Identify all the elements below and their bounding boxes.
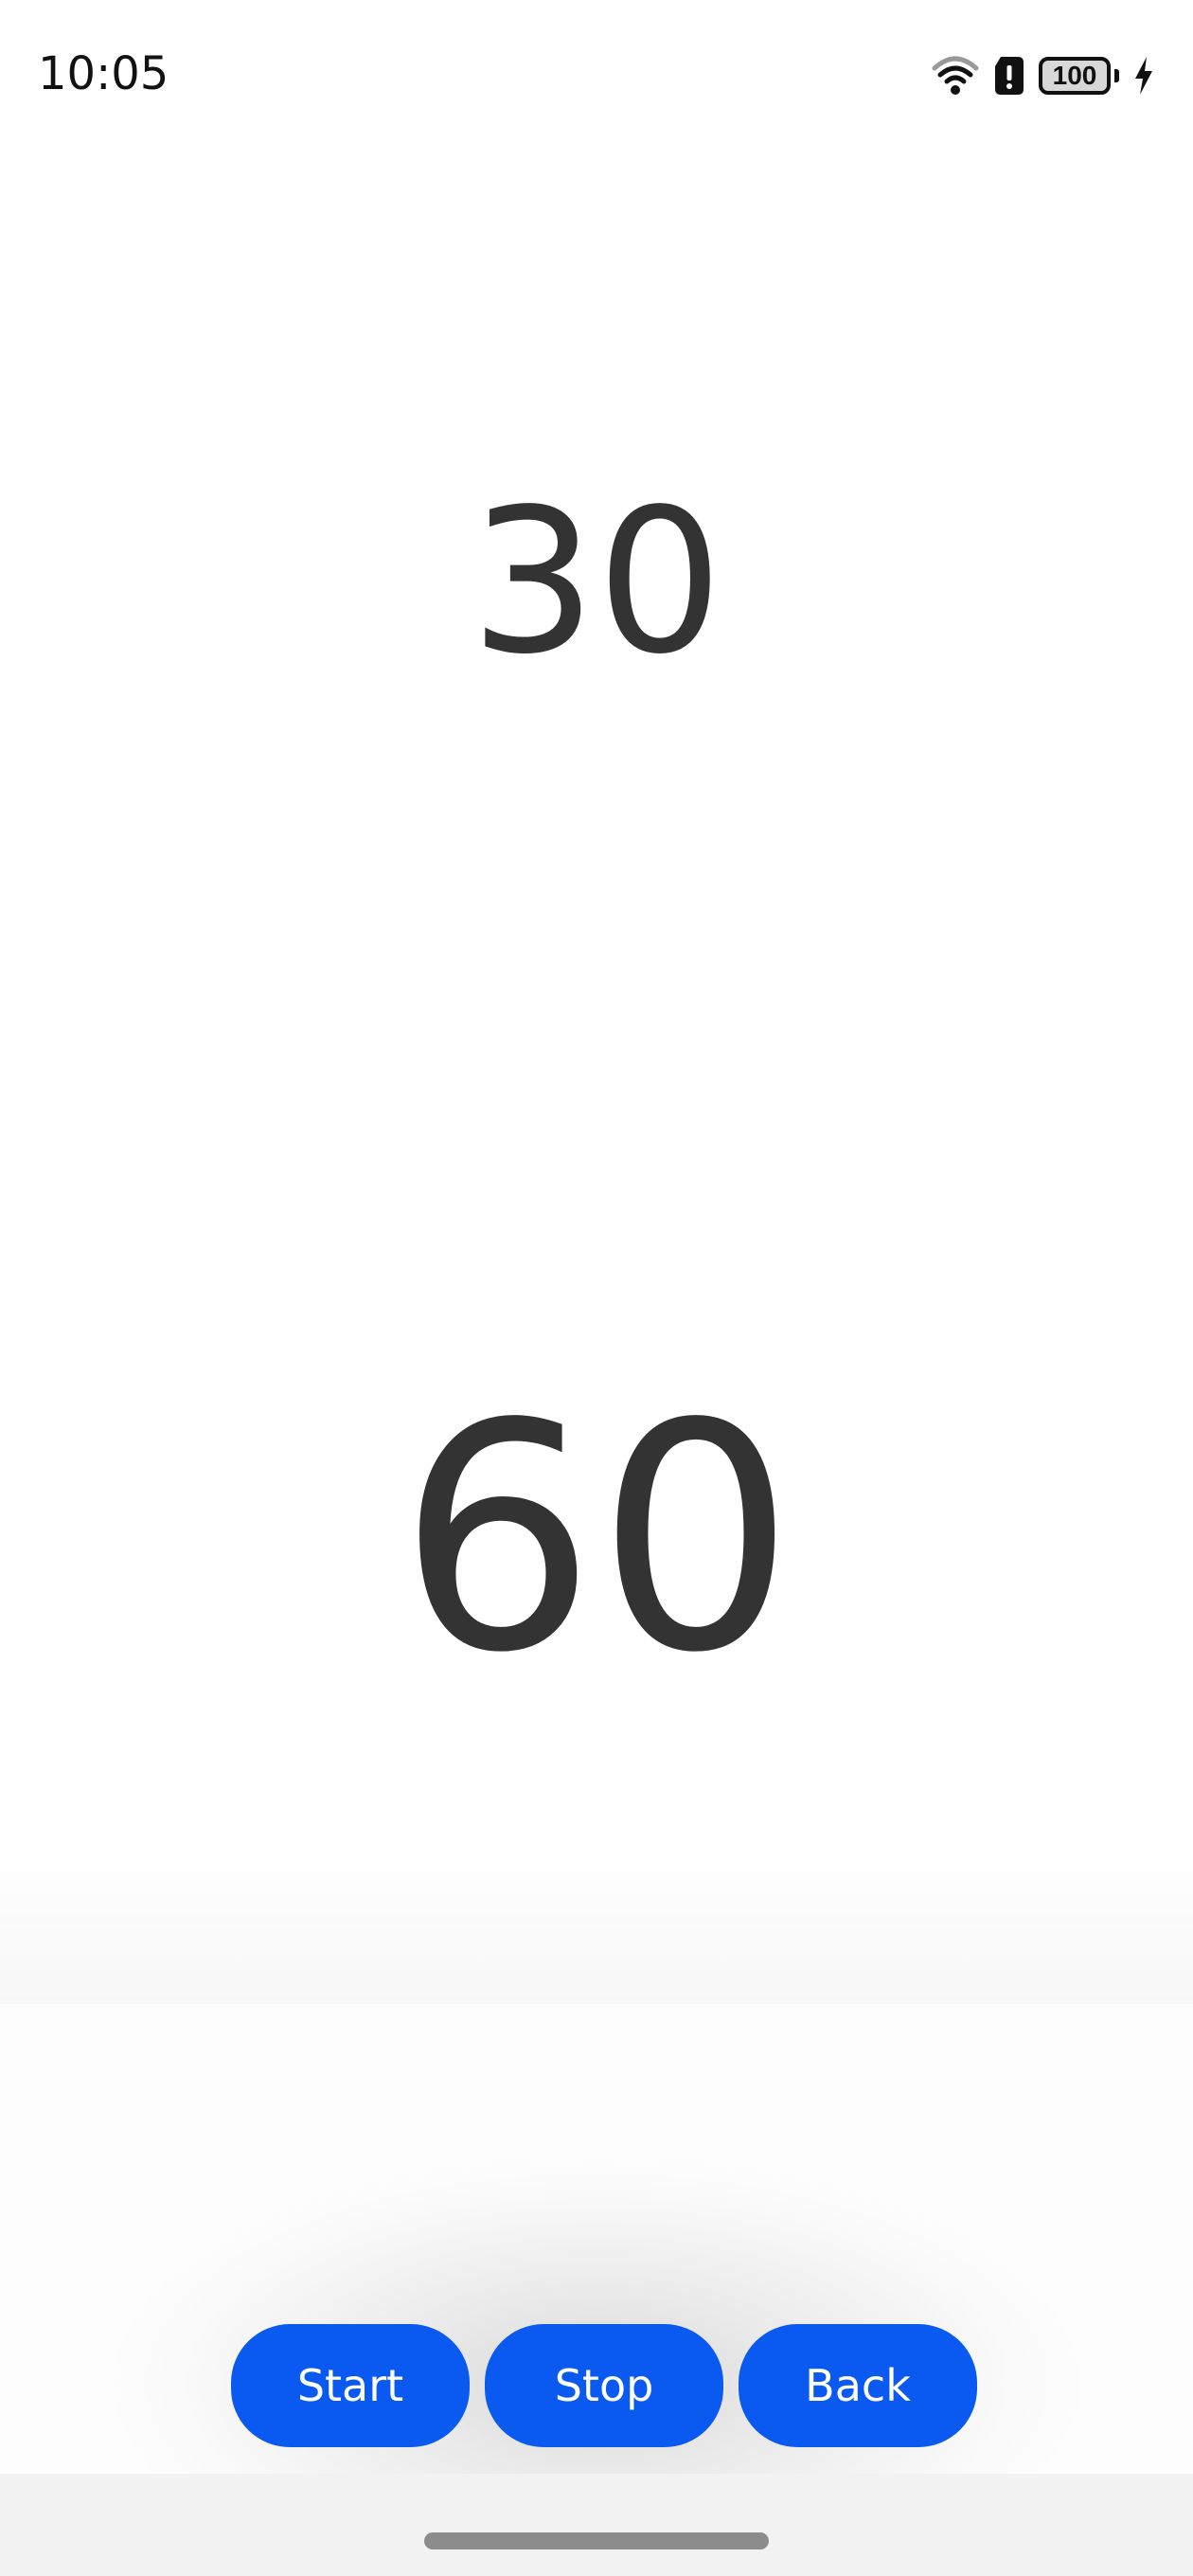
- secondary-count: 30: [470, 466, 723, 698]
- navigation-bar: [0, 2474, 1193, 2576]
- panel-fade: [0, 1837, 1193, 2004]
- primary-count: 60: [398, 1357, 795, 1721]
- sim-alert-icon: [995, 57, 1024, 95]
- status-time: 10:05: [38, 47, 169, 100]
- battery-cap: [1114, 69, 1119, 82]
- battery-icon: 100: [1039, 57, 1111, 95]
- start-button[interactable]: Start: [231, 2324, 470, 2447]
- status-icons: 100: [931, 53, 1155, 98]
- home-indicator[interactable]: [424, 2532, 769, 2549]
- charging-icon: [1135, 57, 1152, 95]
- app-screen: 10:05 100 30 60 Start Stop Back: [0, 0, 1193, 2576]
- status-bar: 10:05 100: [0, 0, 1193, 152]
- wifi-icon: [932, 56, 979, 95]
- back-button[interactable]: Back: [739, 2324, 977, 2447]
- stop-button[interactable]: Stop: [485, 2324, 723, 2447]
